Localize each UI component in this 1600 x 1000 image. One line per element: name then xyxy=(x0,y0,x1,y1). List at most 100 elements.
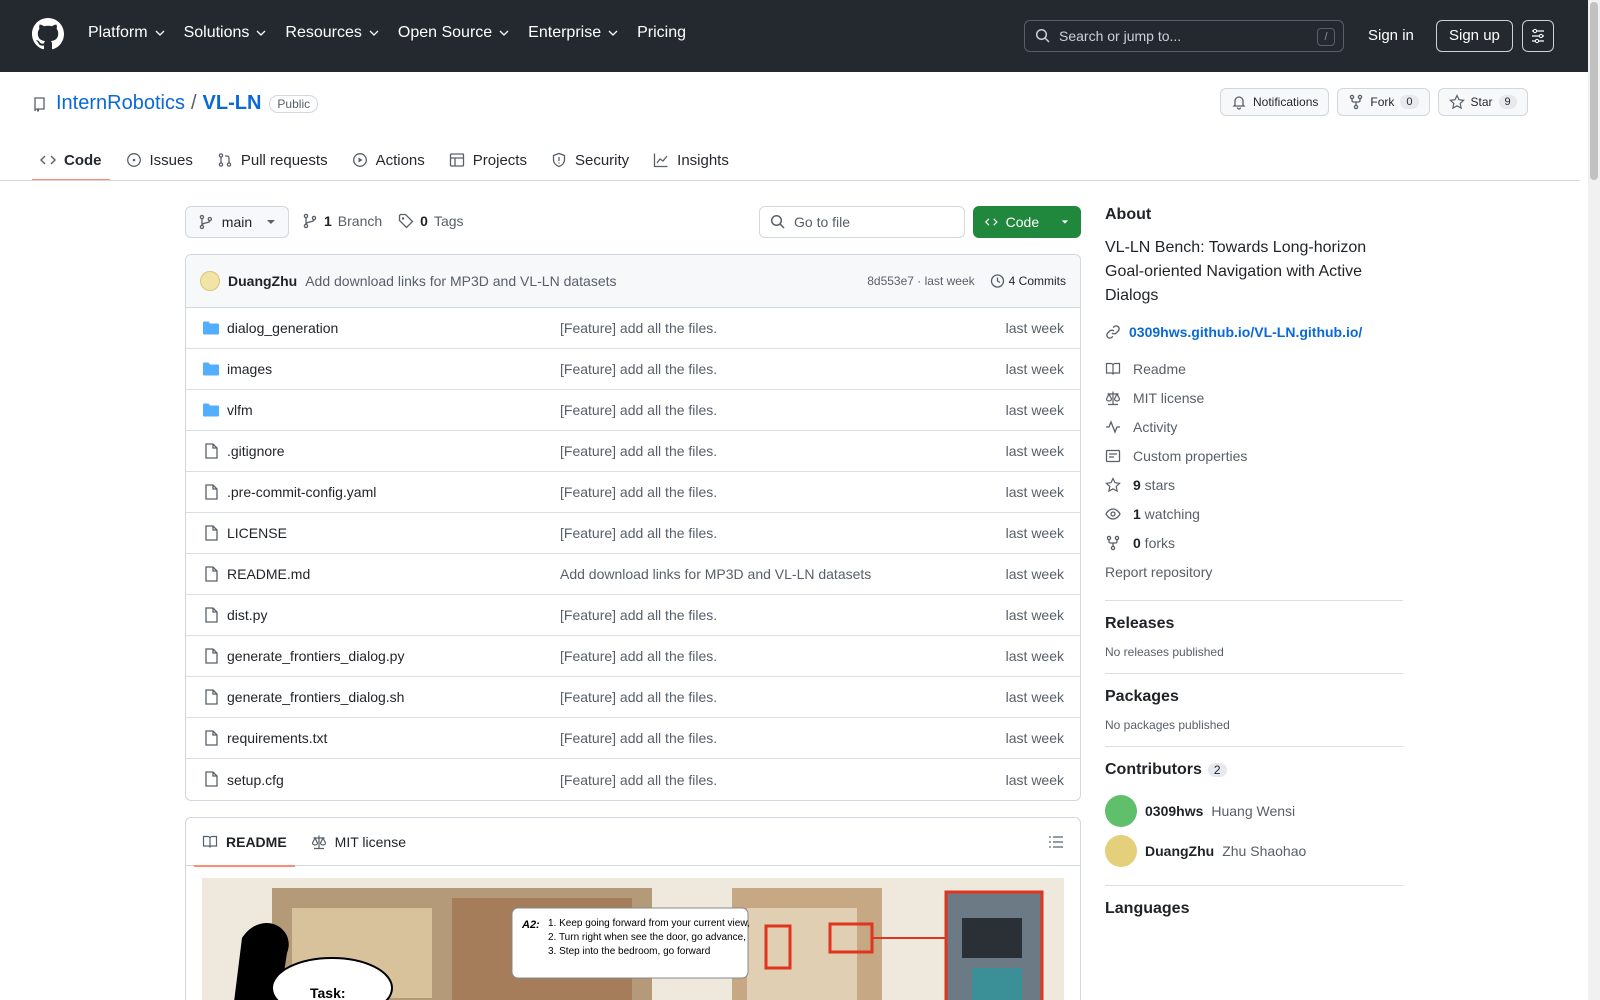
nav-open-source[interactable]: Open Source xyxy=(398,24,510,42)
tab-code[interactable]: Code xyxy=(32,140,110,181)
file-commit-message[interactable]: [Feature] add all the files. xyxy=(560,484,717,500)
tab-license[interactable]: MIT license xyxy=(303,818,414,866)
search-input[interactable]: Search or jump to... / xyxy=(1024,20,1344,52)
file-commit-message[interactable]: [Feature] add all the files. xyxy=(560,648,717,664)
about-item-scale[interactable]: MIT license xyxy=(1105,383,1403,412)
file-name-link[interactable]: dist.py xyxy=(227,607,267,623)
file-name-link[interactable]: LICENSE xyxy=(227,525,287,541)
about-item-star[interactable]: 9 stars xyxy=(1105,470,1403,499)
site-menu-button[interactable] xyxy=(1522,20,1554,52)
tab-insights[interactable]: Insights xyxy=(645,140,737,180)
file-name-link[interactable]: .gitignore xyxy=(227,443,285,459)
star-button[interactable]: Star 9 xyxy=(1437,88,1528,116)
contributor-item[interactable]: DuangZhu Zhu Shaohao xyxy=(1105,831,1403,871)
file-name-link[interactable]: generate_frontiers_dialog.py xyxy=(227,648,404,664)
file-commit-time: last week xyxy=(1005,320,1064,336)
file-commit-message[interactable]: [Feature] add all the files. xyxy=(560,772,717,788)
table-row[interactable]: .gitignore [Feature] add all the files. la… xyxy=(186,431,1080,472)
code-dropdown-button[interactable]: Code xyxy=(973,206,1081,238)
file-name-link[interactable]: images xyxy=(227,361,272,377)
about-item-note[interactable]: Custom properties xyxy=(1105,441,1403,470)
file-commit-time: last week xyxy=(1005,443,1064,459)
file-commit-message[interactable]: [Feature] add all the files. xyxy=(560,402,717,418)
file-commit-message[interactable]: [Feature] add all the files. xyxy=(560,607,717,623)
table-row[interactable]: dialog_generation [Feature] add all the f… xyxy=(186,308,1080,349)
file-name-link[interactable]: requirements.txt xyxy=(227,730,327,746)
releases-heading[interactable]: Releases xyxy=(1105,615,1403,633)
fork-button[interactable]: Fork 0 xyxy=(1337,88,1430,116)
tags-link[interactable]: 0 Tags xyxy=(398,213,464,229)
github-logo-icon[interactable] xyxy=(32,18,64,50)
contributor-login[interactable]: DuangZhu xyxy=(1145,843,1214,859)
nav-enterprise[interactable]: Enterprise xyxy=(528,24,619,42)
go-to-file-input[interactable]: Go to file xyxy=(759,206,965,238)
branches-link[interactable]: 1 Branch xyxy=(302,213,382,229)
file-name-link[interactable]: setup.cfg xyxy=(227,772,284,788)
about-item-eye[interactable]: 1 watching xyxy=(1105,499,1403,528)
nav-platform[interactable]: Platform xyxy=(88,24,166,42)
table-row[interactable]: generate_frontiers_dialog.sh [Feature] ad… xyxy=(186,677,1080,718)
file-name-link[interactable]: generate_frontiers_dialog.sh xyxy=(227,689,404,705)
about-item-pulse[interactable]: Activity xyxy=(1105,412,1403,441)
tab-security[interactable]: Security xyxy=(543,140,637,180)
commit-meta: 8d553e7 · last week 4 Commits xyxy=(867,273,1066,289)
commits-link[interactable]: 4 Commits xyxy=(989,273,1066,289)
signin-link[interactable]: Sign in xyxy=(1368,27,1414,44)
table-row[interactable]: images [Feature] add all the files. last w… xyxy=(186,349,1080,390)
file-name-link[interactable]: dialog_generation xyxy=(227,320,338,336)
table-row[interactable]: generate_frontiers_dialog.py [Feature] ad… xyxy=(186,636,1080,677)
table-row[interactable]: setup.cfg [Feature] add all the files. las… xyxy=(186,759,1080,800)
nav-pricing[interactable]: Pricing xyxy=(637,24,686,42)
homepage-link[interactable]: 0309hws.github.io/VL-LN.github.io/ xyxy=(1105,324,1403,340)
nav-solutions[interactable]: Solutions xyxy=(184,24,268,42)
avatar[interactable] xyxy=(1105,835,1137,867)
contributors-heading[interactable]: Contributors 2 xyxy=(1105,761,1403,779)
file-name-link[interactable]: vlfm xyxy=(227,402,253,418)
tab-actions[interactable]: Actions xyxy=(344,140,433,180)
table-row[interactable]: vlfm [Feature] add all the files. last wee… xyxy=(186,390,1080,431)
commit-author[interactable]: DuangZhu xyxy=(228,273,297,289)
tab-pull-requests[interactable]: Pull requests xyxy=(209,140,336,180)
commit-hash-time[interactable]: 8d553e7 · last week xyxy=(867,274,974,288)
contributor-item[interactable]: 0309hws Huang Wensi xyxy=(1105,791,1403,831)
table-row[interactable]: requirements.txt [Feature] add all the fi… xyxy=(186,718,1080,759)
about-description: VL-LN Bench: Towards Long-horizon Goal-o… xyxy=(1105,239,1367,304)
file-commit-message[interactable]: [Feature] add all the files. xyxy=(560,525,717,541)
commit-message[interactable]: Add download links for MP3D and VL-LN da… xyxy=(305,273,616,289)
sidebar: About VL-LN Bench: Towards Long-horizon … xyxy=(1105,206,1403,930)
table-row[interactable]: LICENSE [Feature] add all the files. last … xyxy=(186,513,1080,554)
file-commit-message[interactable]: Add download links for MP3D and VL-LN da… xyxy=(560,566,871,582)
nav-resources[interactable]: Resources xyxy=(285,24,379,42)
avatar[interactable] xyxy=(200,271,220,291)
branch-selector[interactable]: main xyxy=(185,206,289,238)
notifications-button[interactable]: Notifications xyxy=(1220,88,1330,116)
file-commit-message[interactable]: [Feature] add all the files. xyxy=(560,361,717,377)
tab-projects[interactable]: Projects xyxy=(441,140,535,180)
avatar[interactable] xyxy=(1105,795,1137,827)
scrollbar-thumb[interactable] xyxy=(1590,2,1598,180)
about-item-fork[interactable]: 0 forks xyxy=(1105,528,1403,557)
report-repository-link[interactable]: Report repository xyxy=(1105,557,1403,586)
about-item-book[interactable]: Readme xyxy=(1105,354,1403,383)
repo-name-link[interactable]: VL-LN xyxy=(203,92,262,115)
file-commit-message[interactable]: [Feature] add all the files. xyxy=(560,320,717,336)
page-scrollbar[interactable] xyxy=(1588,0,1600,1000)
latest-commit: DuangZhu Add download links for MP3D and… xyxy=(186,255,1080,308)
file-commit-message[interactable]: [Feature] add all the files. xyxy=(560,443,717,459)
tab-issues[interactable]: Issues xyxy=(118,140,201,180)
contributor-login[interactable]: 0309hws xyxy=(1145,803,1203,819)
file-name-link[interactable]: .pre-commit-config.yaml xyxy=(227,484,376,500)
repo-owner-link[interactable]: InternRobotics xyxy=(56,92,185,115)
tab-readme[interactable]: README xyxy=(194,818,295,867)
tabs-divider xyxy=(0,180,1580,181)
file-commit-message[interactable]: [Feature] add all the files. xyxy=(560,730,717,746)
file-commit-message[interactable]: [Feature] add all the files. xyxy=(560,689,717,705)
table-row[interactable]: README.md Add download links for MP3D and… xyxy=(186,554,1080,595)
file-name-link[interactable]: README.md xyxy=(227,566,310,582)
about-item-label: MIT license xyxy=(1133,389,1205,406)
table-row[interactable]: dist.py [Feature] add all the files. last … xyxy=(186,595,1080,636)
list-icon[interactable] xyxy=(1048,834,1064,850)
table-row[interactable]: .pre-commit-config.yaml [Feature] add all… xyxy=(186,472,1080,513)
packages-heading[interactable]: Packages xyxy=(1105,688,1403,706)
signup-button[interactable]: Sign up xyxy=(1436,20,1513,52)
